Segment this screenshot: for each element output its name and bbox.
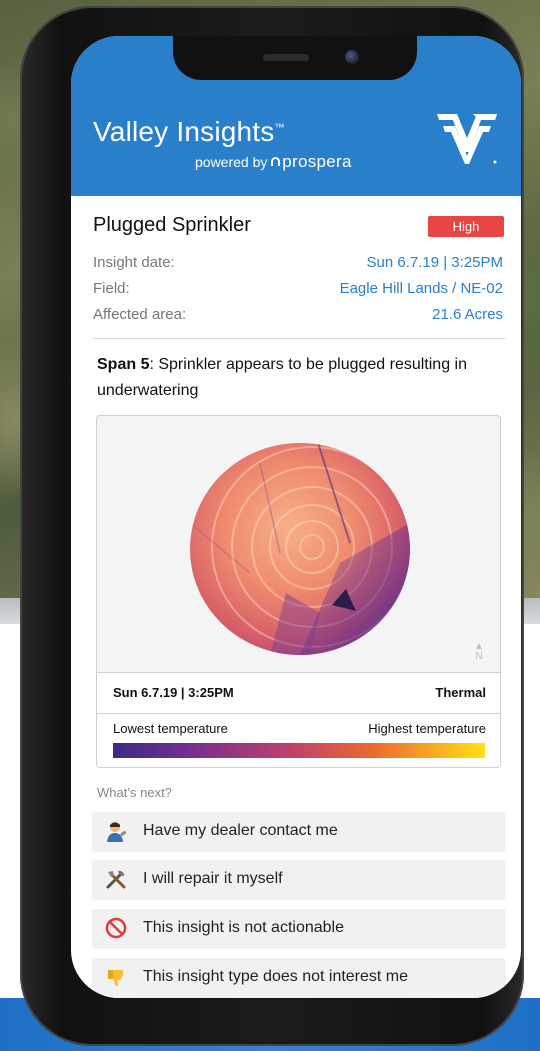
tools-icon [104,868,128,892]
thermal-map-graphic [190,443,410,655]
valley-logo-icon [437,114,497,164]
prospera-logo-icon [271,157,281,166]
front-camera [345,50,359,64]
contact-dealer-button[interactable]: Have my dealer contact me [92,812,506,852]
phone-notch [173,36,417,80]
repair-myself-label: I will repair it myself [143,870,283,887]
severity-badge: High [428,216,504,237]
powered-by-label: powered by [195,154,268,170]
insight-date-label: Insight date: [93,254,175,271]
not-interested-button[interactable]: This insight type does not interest me [92,958,506,998]
app-title: Valley Insights™ [93,116,285,147]
speaker-grille [263,54,309,61]
field-label: Field: [93,280,130,297]
section-divider [93,338,505,339]
repair-myself-button[interactable]: I will repair it myself [92,860,506,900]
card-divider [97,713,500,714]
thermal-field-image[interactable] [190,443,410,655]
insight-date-value: Sun 6.7.19 | 3:25PM [366,254,504,271]
temperature-color-ramp [113,743,485,758]
field-row: Field: Eagle Hill Lands / NE-02 [93,280,503,302]
thermal-image-card[interactable]: ▲ N Sun 6.7.19 | 3:25PM Thermal Lowest te… [96,415,501,768]
thumbs-down-icon [104,966,128,990]
prohibited-icon [104,917,128,941]
field-value-link[interactable]: Eagle Hill Lands / NE-02 [340,280,503,297]
not-actionable-button[interactable]: This insight is not actionable [92,909,506,949]
dealer-icon [104,820,128,844]
whats-next-heading: What’s next? [97,785,172,800]
contact-dealer-label: Have my dealer contact me [143,822,338,839]
partner-name: prospera [282,152,352,171]
affected-area-row: Affected area: 21.6 Acres [93,306,503,328]
image-date: Sun 6.7.19 | 3:25PM [113,685,234,700]
image-card-footer: Sun 6.7.19 | 3:25PM Thermal Lowest tempe… [97,672,500,767]
description-text: : Sprinkler appears to be plugged result… [97,356,467,399]
trademark-mark: ™ [274,122,285,134]
powered-by-line: powered by prospera [195,152,352,172]
legend-high-label: Highest temperature [368,721,486,736]
affected-area-value: 21.6 Acres [432,306,503,323]
span-label: Span 5 [97,356,150,373]
not-interested-label: This insight type does not interest me [143,968,409,985]
phone-screen: Valley Insights™ powered by prospera Plu… [71,36,521,998]
affected-area-label: Affected area: [93,306,187,323]
north-arrow-icon: ▲ N [474,641,484,662]
insight-title: Plugged Sprinkler [93,214,251,236]
phone-frame: Valley Insights™ powered by prospera Plu… [20,6,524,1046]
insight-date-row: Insight date: Sun 6.7.19 | 3:25PM [93,254,503,276]
not-actionable-label: This insight is not actionable [143,919,344,936]
insight-description: Span 5: Sprinkler appears to be plugged … [97,352,507,404]
legend-low-label: Lowest temperature [113,721,228,736]
image-mode: Thermal [435,685,486,700]
